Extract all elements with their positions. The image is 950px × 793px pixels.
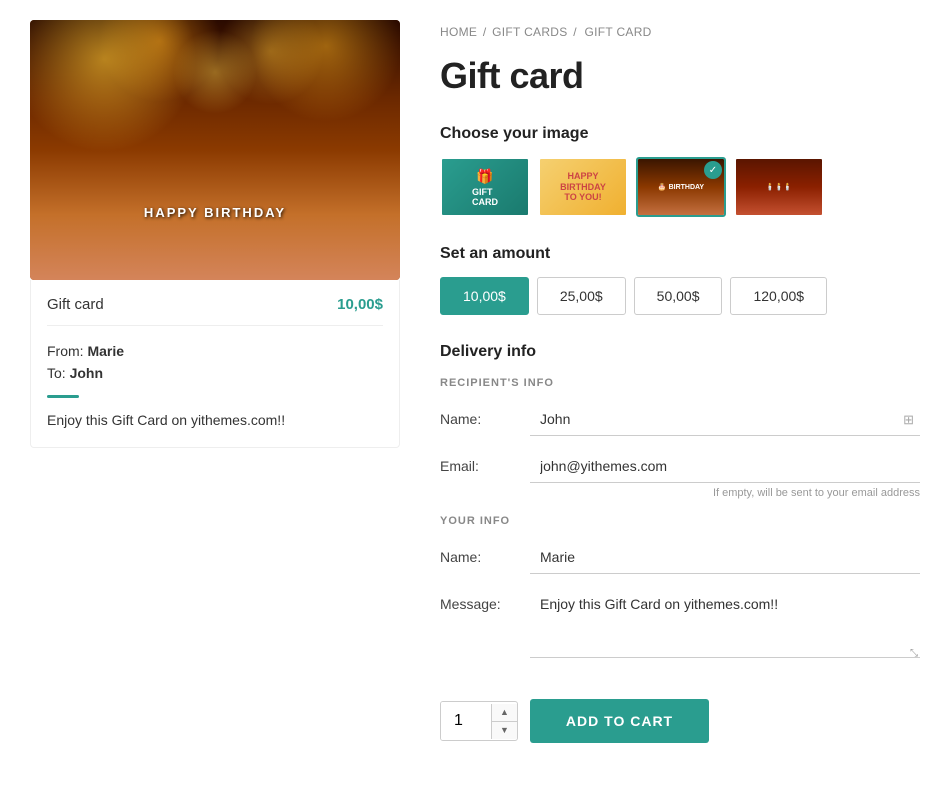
amount-btn-3[interactable]: 120,00$: [730, 277, 827, 315]
qty-arrows: ▲ ▼: [491, 704, 517, 739]
card-preview-image: [30, 20, 400, 280]
recipient-email-row: Email: If empty, will be sent to your em…: [440, 450, 920, 499]
gift-icon: 🎁: [476, 168, 493, 185]
your-name-row: Name:: [440, 541, 920, 574]
your-info-label: YOUR INFO: [440, 515, 920, 527]
selected-checkmark: ✓: [704, 161, 722, 179]
recipient-email-input[interactable]: [530, 450, 920, 483]
thumb-happy-bday-bg: HAPPYBIRTHDAYTO YOU!: [540, 159, 626, 215]
image-thumb-birthday-candles[interactable]: 🎂 BIRTHDAY ✓: [636, 157, 726, 217]
recipient-name-input-wrap: ⊞: [530, 403, 920, 436]
quantity-input[interactable]: [441, 702, 491, 740]
breadcrumb-sep2: /: [573, 25, 580, 39]
message-row: Message: Enjoy this Gift Card on yitheme…: [440, 588, 920, 661]
card-info-title: Gift card: [47, 296, 104, 313]
amount-label: Set an amount: [440, 245, 920, 263]
card-message: Enjoy this Gift Card on yithemes.com!!: [47, 410, 383, 431]
thumb-cake-bg: 🕯️🕯️🕯️: [736, 159, 822, 215]
message-input[interactable]: Enjoy this Gift Card on yithemes.com!!: [530, 588, 920, 658]
quantity-input-wrap: ▲ ▼: [440, 701, 518, 741]
image-thumb-gift-card[interactable]: 🎁 GIFTCARD: [440, 157, 530, 217]
message-input-wrap: Enjoy this Gift Card on yithemes.com!! ⤡: [530, 588, 920, 661]
recipient-email-hint: If empty, will be sent to your email add…: [530, 487, 920, 499]
gift-card-text: GIFTCARD: [472, 187, 498, 207]
from-label: From:: [47, 343, 87, 359]
card-to: To: John: [47, 362, 383, 384]
delivery-label: Delivery info: [440, 343, 920, 361]
right-panel: HOME / GIFT CARDS / GIFT CARD Gift card …: [440, 20, 920, 743]
card-info-box: Gift card 10,00$ From: Marie To: John En…: [30, 280, 400, 448]
message-label: Message:: [440, 588, 520, 612]
left-panel: Gift card 10,00$ From: Marie To: John En…: [30, 20, 400, 743]
recipient-name-row: Name: ⊞: [440, 403, 920, 436]
card-info-header: Gift card 10,00$: [47, 296, 383, 326]
amount-btn-1[interactable]: 25,00$: [537, 277, 626, 315]
teal-line: [47, 395, 79, 398]
product-title: Gift card: [440, 55, 920, 97]
name-field-icon: ⊞: [903, 412, 914, 428]
breadcrumb-sep1: /: [483, 25, 490, 39]
card-from: From: Marie: [47, 340, 383, 362]
amount-buttons: 10,00$ 25,00$ 50,00$ 120,00$: [440, 277, 920, 315]
delivery-section: Delivery info RECIPIENT'S INFO Name: ⊞ E…: [440, 343, 920, 661]
textarea-resize-icon: ⤡: [910, 648, 918, 659]
image-thumb-happy-bday[interactable]: HAPPYBIRTHDAYTO YOU!: [538, 157, 628, 217]
breadcrumb: HOME / GIFT CARDS / GIFT CARD: [440, 25, 920, 39]
recipient-email-label: Email:: [440, 450, 520, 474]
card-from-to: From: Marie To: John: [47, 340, 383, 385]
recipient-info-label: RECIPIENT'S INFO: [440, 377, 920, 389]
recipient-name-field-wrap: ⊞: [530, 403, 920, 436]
recipient-name-label: Name:: [440, 403, 520, 427]
your-name-label: Name:: [440, 541, 520, 565]
add-to-cart-button[interactable]: ADD TO CART: [530, 699, 709, 743]
recipient-name-input[interactable]: [530, 403, 920, 436]
page-wrapper: Gift card 10,00$ From: Marie To: John En…: [0, 0, 950, 763]
qty-up-button[interactable]: ▲: [492, 704, 517, 721]
image-thumb-cake[interactable]: 🕯️🕯️🕯️: [734, 157, 824, 217]
breadcrumb-gift-cards[interactable]: GIFT CARDS: [492, 25, 567, 39]
to-value: John: [70, 365, 103, 381]
cake-bg: [30, 20, 400, 280]
your-name-input[interactable]: [530, 541, 920, 574]
card-info-price: 10,00$: [337, 296, 383, 313]
recipient-email-input-wrap: If empty, will be sent to your email add…: [530, 450, 920, 499]
breadcrumb-home[interactable]: HOME: [440, 25, 477, 39]
amount-btn-0[interactable]: 10,00$: [440, 277, 529, 315]
your-name-input-wrap: [530, 541, 920, 574]
amount-btn-2[interactable]: 50,00$: [634, 277, 723, 315]
from-value: Marie: [87, 343, 124, 359]
thumb-gift-card-bg: 🎁 GIFTCARD: [442, 159, 528, 215]
qty-down-button[interactable]: ▼: [492, 721, 517, 739]
to-label: To:: [47, 365, 70, 381]
breadcrumb-current: GIFT CARD: [585, 25, 652, 39]
add-to-cart-section: ▲ ▼ ADD TO CART: [440, 689, 920, 743]
choose-image-label: Choose your image: [440, 125, 920, 143]
image-selector: 🎁 GIFTCARD HAPPYBIRTHDAYTO YOU! 🎂 BIRTHD…: [440, 157, 920, 217]
